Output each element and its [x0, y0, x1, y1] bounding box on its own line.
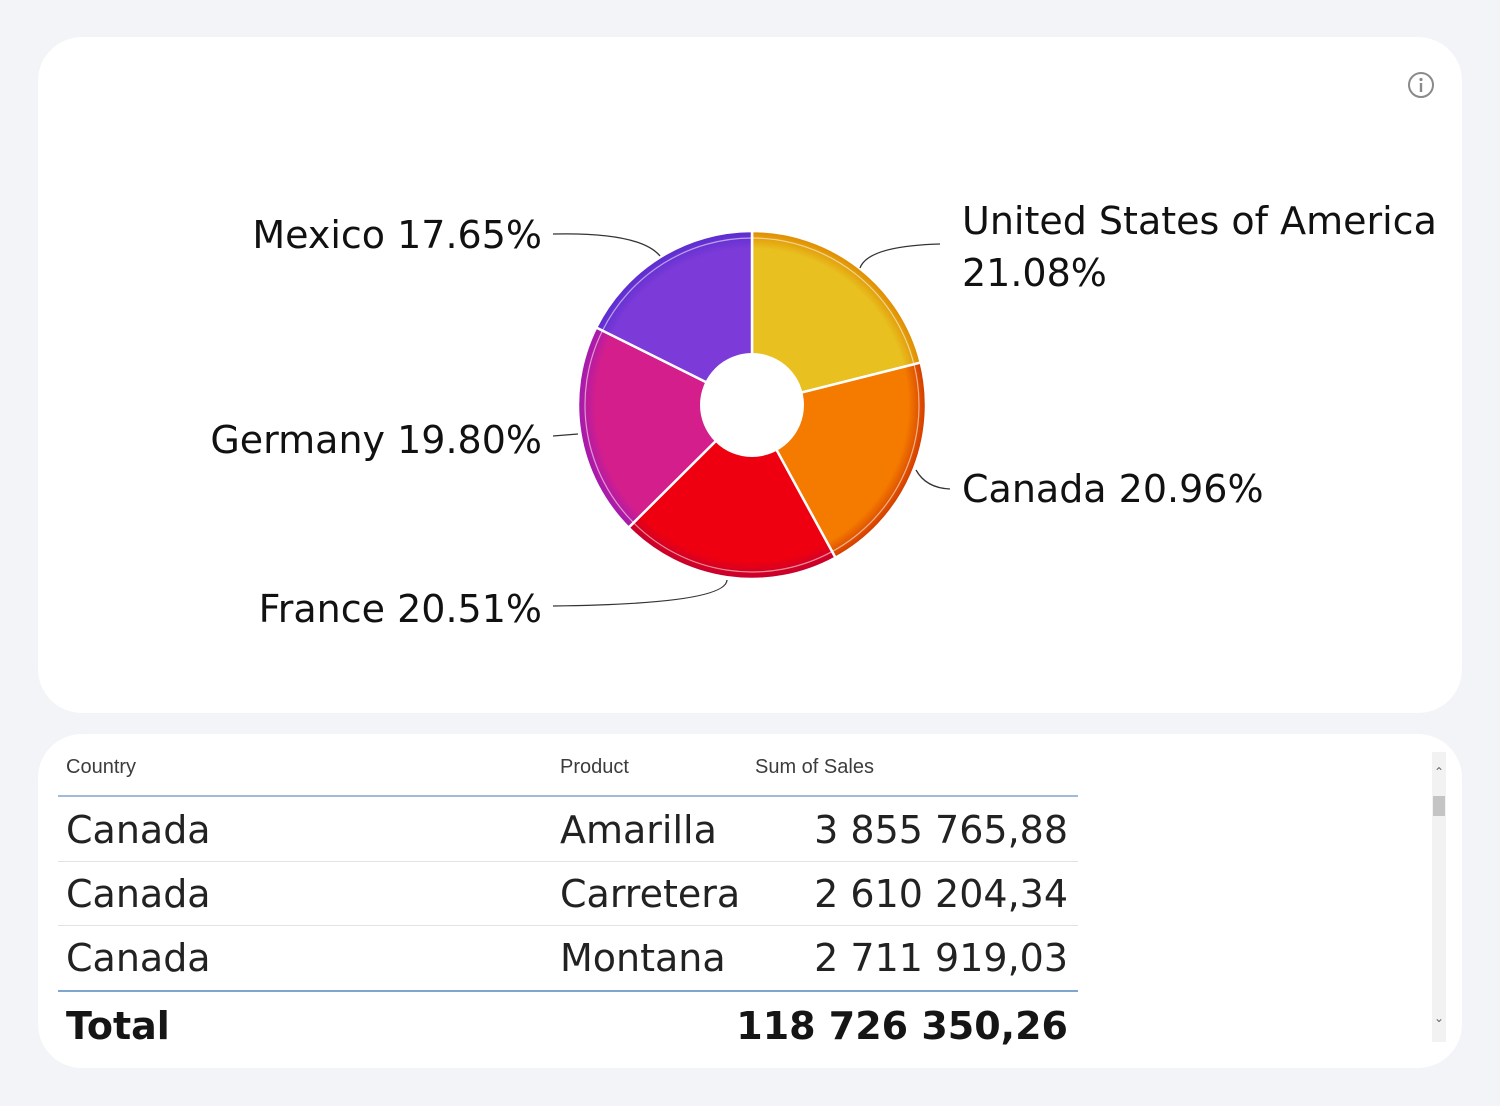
slice-label: France 20.51% [259, 587, 542, 631]
donut-chart: United States of America 21.08% Canada 20.… [210, 199, 1437, 631]
leader-line [552, 579, 728, 607]
scroll-down-arrow-icon[interactable]: ⌄ [1432, 1010, 1446, 1026]
column-header-country[interactable]: Country [66, 756, 136, 779]
leader-line [859, 243, 941, 269]
scroll-thumb[interactable] [1433, 796, 1445, 816]
total-value: 118 726 350,26 [736, 1004, 1068, 1048]
leader-line [552, 433, 579, 437]
header-divider [58, 795, 1078, 797]
cell-product: Montana [560, 936, 726, 980]
column-header-sum-of-sales[interactable]: Sum of Sales [755, 756, 874, 779]
table-row[interactable]: Canada Carretera 2 610 204,34 [58, 862, 1078, 926]
total-divider [58, 990, 1078, 992]
total-label: Total [66, 1004, 170, 1048]
cell-product: Amarilla [560, 808, 717, 852]
donut-hole [700, 353, 804, 457]
column-header-product[interactable]: Product [560, 756, 629, 779]
table-row[interactable]: Canada Montana 2 711 919,03 [58, 926, 1078, 990]
table-row[interactable]: Canada Amarilla 3 855 765,88 [58, 798, 1078, 862]
leader-line [552, 233, 661, 257]
cell-country: Canada [66, 936, 211, 980]
leader-line [915, 469, 951, 490]
cell-sales: 3 855 765,88 [814, 808, 1068, 852]
cell-country: Canada [66, 872, 211, 916]
cell-sales: 2 610 204,34 [814, 872, 1068, 916]
slice-label: Germany 19.80% [210, 418, 542, 462]
cell-sales: 2 711 919,03 [814, 936, 1068, 980]
cell-product: Carretera [560, 872, 741, 916]
slice-label: United States of America [962, 199, 1437, 243]
scroll-up-arrow-icon[interactable]: ⌃ [1432, 764, 1446, 780]
cell-country: Canada [66, 808, 211, 852]
vertical-scrollbar[interactable]: ⌃ ⌄ [1432, 752, 1446, 1042]
slice-label: Canada 20.96% [962, 467, 1264, 511]
slice-label-percent: 21.08% [962, 251, 1107, 295]
slice-label: Mexico 17.65% [252, 213, 542, 257]
